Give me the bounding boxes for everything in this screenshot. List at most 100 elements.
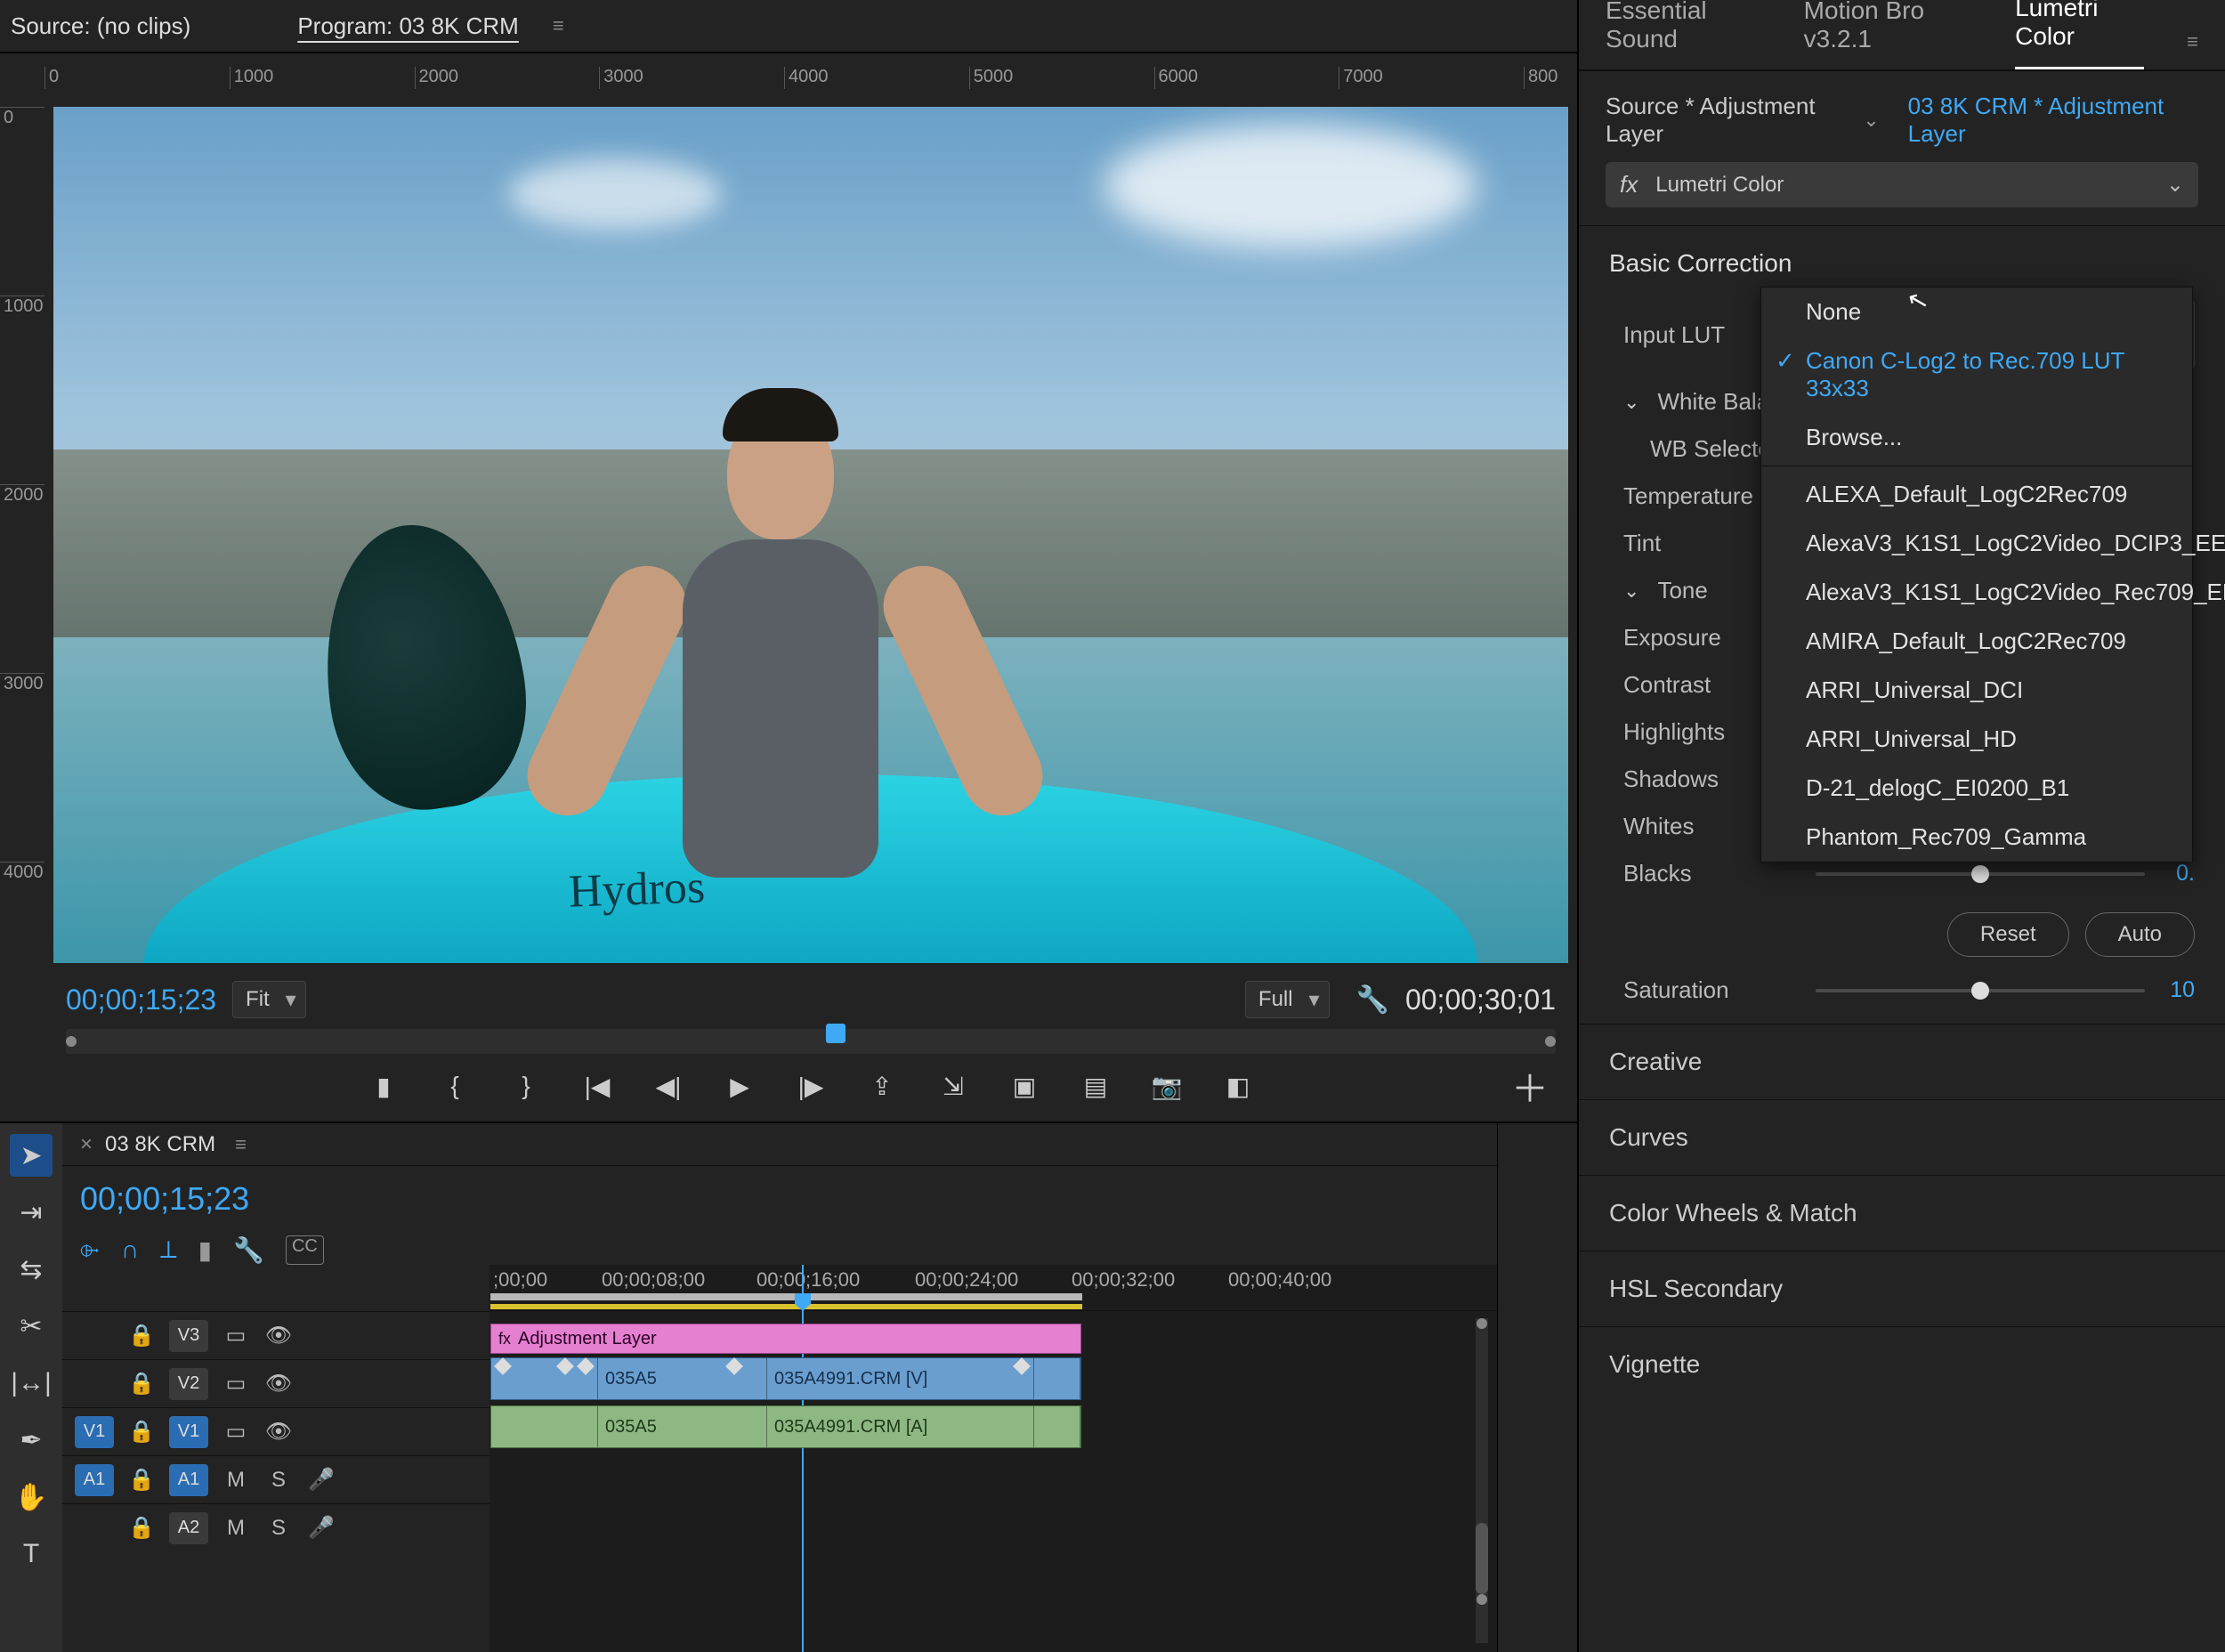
selection-tool-icon[interactable]: ➤ [10, 1134, 53, 1177]
linked-selection-icon[interactable]: ⟂ [160, 1235, 177, 1265]
source-v1-button[interactable]: V1 [75, 1416, 114, 1448]
pen-tool-icon[interactable]: ✒ [10, 1419, 53, 1462]
type-tool-icon[interactable]: T [10, 1533, 53, 1575]
lift-icon[interactable]: ▤ [1078, 1068, 1113, 1104]
step-back-icon[interactable]: ◀| [651, 1068, 686, 1104]
source-a1-button[interactable]: A1 [75, 1464, 114, 1496]
section-creative[interactable]: Creative [1579, 1024, 2225, 1099]
eye-icon[interactable]: 👁 [263, 1371, 294, 1397]
go-to-in-icon[interactable]: |◀ [579, 1068, 615, 1104]
close-sequence-icon[interactable]: × [80, 1132, 93, 1157]
video-clip-row[interactable]: 035A5 035A4991.CRM [V] [490, 1357, 1081, 1400]
section-vignette[interactable]: Vignette [1579, 1326, 2225, 1402]
panel-menu-icon[interactable]: ≡ [2187, 30, 2198, 53]
solo-button[interactable]: S [263, 1468, 294, 1493]
lock-icon[interactable]: 🔒 [126, 1371, 157, 1397]
tab-lumetri-color[interactable]: Lumetri Color [2015, 0, 2144, 69]
resolution-dropdown[interactable]: Full [1245, 981, 1330, 1018]
step-forward-icon[interactable]: |▶ [793, 1068, 829, 1104]
auto-button[interactable]: Auto [2085, 912, 2195, 957]
section-hsl-secondary[interactable]: HSL Secondary [1579, 1251, 2225, 1326]
source-path-label[interactable]: Source * Adjustment Layer [1606, 93, 1854, 148]
track-v1-label[interactable]: V1 [169, 1416, 208, 1448]
marker-icon[interactable]: ▮ [198, 1235, 212, 1265]
tab-essential-sound[interactable]: Essential Sound [1606, 0, 1761, 69]
track-v3-label[interactable]: V3 [169, 1320, 208, 1352]
lut-option[interactable]: Phantom_Rec709_Gamma [1761, 813, 2192, 862]
adjustment-layer-clip[interactable]: fx Adjustment Layer [490, 1324, 1081, 1354]
section-curves[interactable]: Curves [1579, 1099, 2225, 1175]
lut-option[interactable]: ALEXA_Default_LogC2Rec709 [1761, 470, 2192, 519]
zoom-fit-dropdown[interactable]: Fit [232, 981, 306, 1018]
magnet-icon[interactable]: ∩ [121, 1235, 139, 1265]
lut-option[interactable]: D-21_delogC_EI0200_B1 [1761, 764, 2192, 813]
saturation-slider[interactable] [1816, 989, 2145, 992]
export-frame-icon[interactable]: ⇪ [864, 1068, 900, 1104]
eye-icon[interactable]: 👁 [263, 1323, 294, 1348]
eye-icon[interactable]: 👁 [263, 1419, 294, 1445]
comparison-view-icon[interactable]: ◧ [1220, 1068, 1256, 1104]
lut-option-current[interactable]: Canon C-Log2 to Rec.709 LUT 33x33 [1761, 336, 2192, 413]
voice-over-icon[interactable]: 🎤 [306, 1515, 336, 1541]
playhead-handle[interactable] [826, 1024, 846, 1043]
track-a1-label[interactable]: A1 [169, 1464, 208, 1496]
overwrite-icon[interactable]: ▣ [1007, 1068, 1042, 1104]
settings-wrench-icon[interactable]: 🔧 [1356, 984, 1389, 1016]
lut-option-browse[interactable]: Browse... [1761, 413, 2192, 462]
current-timecode[interactable]: 00;00;15;23 [66, 984, 216, 1016]
scrub-bar[interactable] [66, 1029, 1556, 1054]
mark-out-icon[interactable]: } [508, 1068, 544, 1104]
ripple-edit-tool-icon[interactable]: ⇆ [10, 1248, 53, 1291]
track-select-tool-icon[interactable]: ⇥ [10, 1191, 53, 1234]
play-icon[interactable]: ▶ [722, 1068, 757, 1104]
add-marker-icon[interactable]: ▮ [366, 1068, 401, 1104]
sync-lock-icon[interactable]: ▭ [221, 1371, 251, 1397]
lock-icon[interactable]: 🔒 [126, 1323, 157, 1348]
lock-icon[interactable]: 🔒 [126, 1419, 157, 1445]
source-panel-title[interactable]: Source: (no clips) [11, 12, 190, 40]
tab-motion-bro[interactable]: Motion Bro v3.2.1 [1804, 0, 1972, 69]
lut-option[interactable]: ARRI_Universal_HD [1761, 715, 2192, 764]
lut-option[interactable]: AlexaV3_K1S1_LogC2Video_DCIP3_EE [1761, 519, 2192, 568]
section-color-wheels[interactable]: Color Wheels & Match [1579, 1175, 2225, 1251]
audio-clip-row[interactable]: 035A5 035A4991.CRM [A] [490, 1405, 1081, 1448]
timeline-vertical-scrollbar[interactable] [1476, 1318, 1488, 1643]
sequence-tab-name[interactable]: 03 8K CRM [105, 1132, 215, 1157]
voice-over-icon[interactable]: 🎤 [306, 1467, 336, 1493]
sync-lock-icon[interactable]: ▭ [221, 1323, 251, 1348]
panel-menu-icon[interactable]: ≡ [553, 14, 564, 37]
slip-tool-icon[interactable]: |↔| [10, 1362, 53, 1405]
lock-icon[interactable]: 🔒 [126, 1515, 157, 1541]
hand-tool-icon[interactable]: ✋ [10, 1476, 53, 1518]
reset-button[interactable]: Reset [1947, 912, 2069, 957]
chevron-down-icon[interactable]: ⌄ [1863, 109, 1879, 132]
cc-icon[interactable]: CC [286, 1235, 324, 1265]
mark-in-icon[interactable]: { [437, 1068, 473, 1104]
snap-icon[interactable]: ⌱ [80, 1235, 100, 1265]
razor-tool-icon[interactable]: ✂ [10, 1305, 53, 1348]
lut-option[interactable]: AMIRA_Default_LogC2Rec709 [1761, 617, 2192, 666]
track-a2-label[interactable]: A2 [169, 1512, 208, 1544]
lut-option-none[interactable]: None [1761, 287, 2192, 336]
blacks-slider[interactable] [1816, 872, 2145, 876]
sequence-timecode[interactable]: 00;00;15;23 [80, 1180, 249, 1218]
disclosure-icon[interactable]: ⌄ [1623, 579, 1639, 603]
program-monitor[interactable]: Hydros [44, 89, 1577, 968]
mute-button[interactable]: M [221, 1516, 251, 1541]
insert-icon[interactable]: ⇲ [935, 1068, 971, 1104]
lut-option[interactable]: ARRI_Universal_DCI [1761, 666, 2192, 715]
timeline-ruler[interactable]: ;00;00 00;00;08;00 00;00;16;00 00;00;24;… [490, 1265, 1497, 1311]
solo-button[interactable]: S [263, 1516, 294, 1541]
disclosure-icon[interactable]: ⌄ [1623, 391, 1639, 414]
effect-dropdown[interactable]: fx Lumetri Color ⌄ [1606, 162, 2198, 207]
master-path-label[interactable]: 03 8K CRM * Adjustment Layer [1908, 93, 2198, 148]
button-editor-icon[interactable]: ＋ [1511, 1059, 1549, 1113]
sync-lock-icon[interactable]: ▭ [221, 1419, 251, 1445]
lut-option[interactable]: AlexaV3_K1S1_LogC2Video_Rec709_EE [1761, 568, 2192, 617]
camera-icon[interactable]: 📷 [1149, 1068, 1185, 1104]
lock-icon[interactable]: 🔒 [126, 1467, 157, 1493]
program-panel-title[interactable]: Program: 03 8K CRM [297, 12, 519, 40]
settings-icon[interactable]: 🔧 [233, 1235, 264, 1265]
track-v2-label[interactable]: V2 [169, 1368, 208, 1400]
mute-button[interactable]: M [221, 1468, 251, 1493]
